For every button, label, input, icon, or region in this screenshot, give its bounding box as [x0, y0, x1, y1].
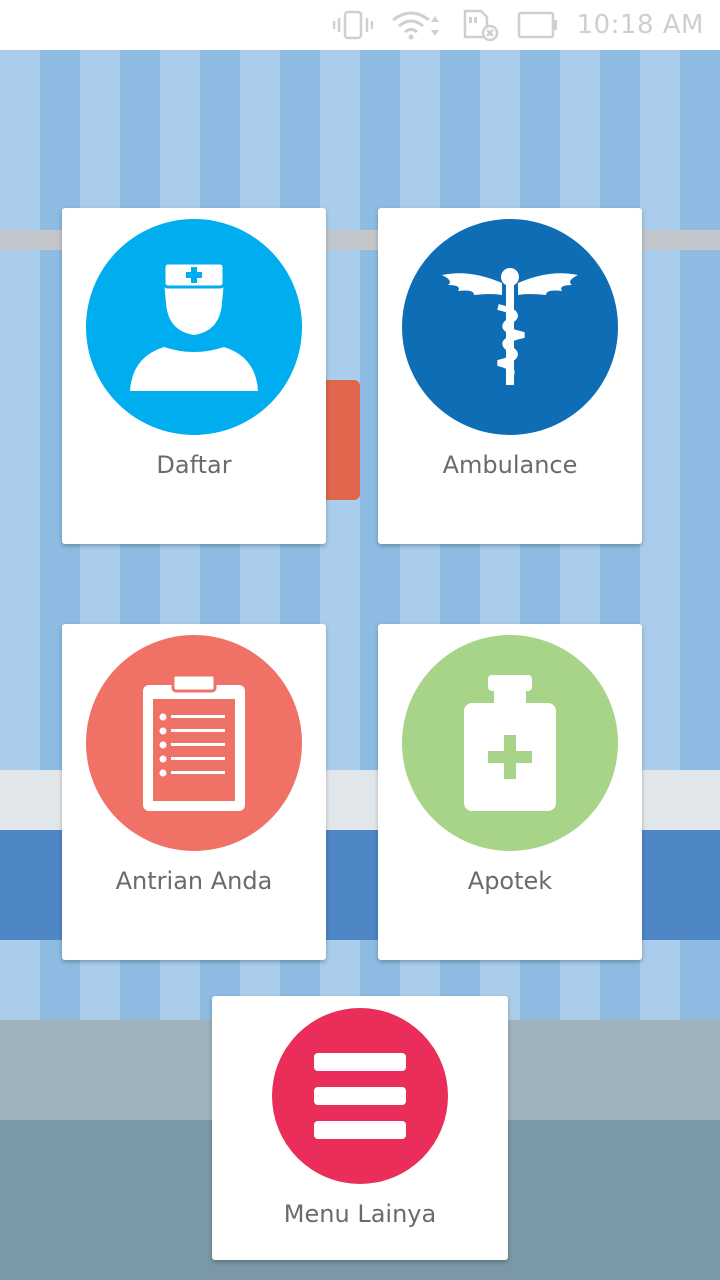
- wifi-icon: [391, 10, 445, 40]
- vibrate-icon: [332, 10, 373, 40]
- daftar-icon-circle: [86, 219, 302, 435]
- antrian-icon-circle: [86, 635, 302, 851]
- battery-icon: [517, 10, 559, 40]
- daftar-label: Daftar: [156, 451, 232, 479]
- menu-icon-circle: [272, 1008, 448, 1184]
- ambulance-button[interactable]: Ambulance: [378, 208, 642, 544]
- caduceus-icon: [442, 268, 578, 385]
- doctor-icon: [130, 261, 258, 391]
- menu-lainya-button[interactable]: Menu Lainya: [212, 996, 508, 1260]
- antrian-anda-label: Antrian Anda: [115, 867, 273, 895]
- antrian-anda-button[interactable]: Antrian Anda: [62, 624, 326, 960]
- background-iv-bag: [320, 380, 360, 500]
- status-bar: 10:18 AM: [0, 0, 720, 50]
- apotek-icon-circle: [402, 635, 618, 851]
- apotek-label: Apotek: [467, 867, 553, 895]
- clipboard-icon: [143, 673, 245, 811]
- daftar-button[interactable]: Daftar: [62, 208, 326, 544]
- hamburger-menu-icon: [314, 1053, 406, 1139]
- apotek-button[interactable]: Apotek: [378, 624, 642, 960]
- ambulance-label: Ambulance: [442, 451, 578, 479]
- sim-card-off-icon: [463, 9, 499, 41]
- menu-lainya-label: Menu Lainya: [283, 1200, 437, 1228]
- status-time: 10:18 AM: [576, 10, 704, 40]
- ambulance-icon-circle: [402, 219, 618, 435]
- medicine-bottle-icon: [464, 675, 556, 811]
